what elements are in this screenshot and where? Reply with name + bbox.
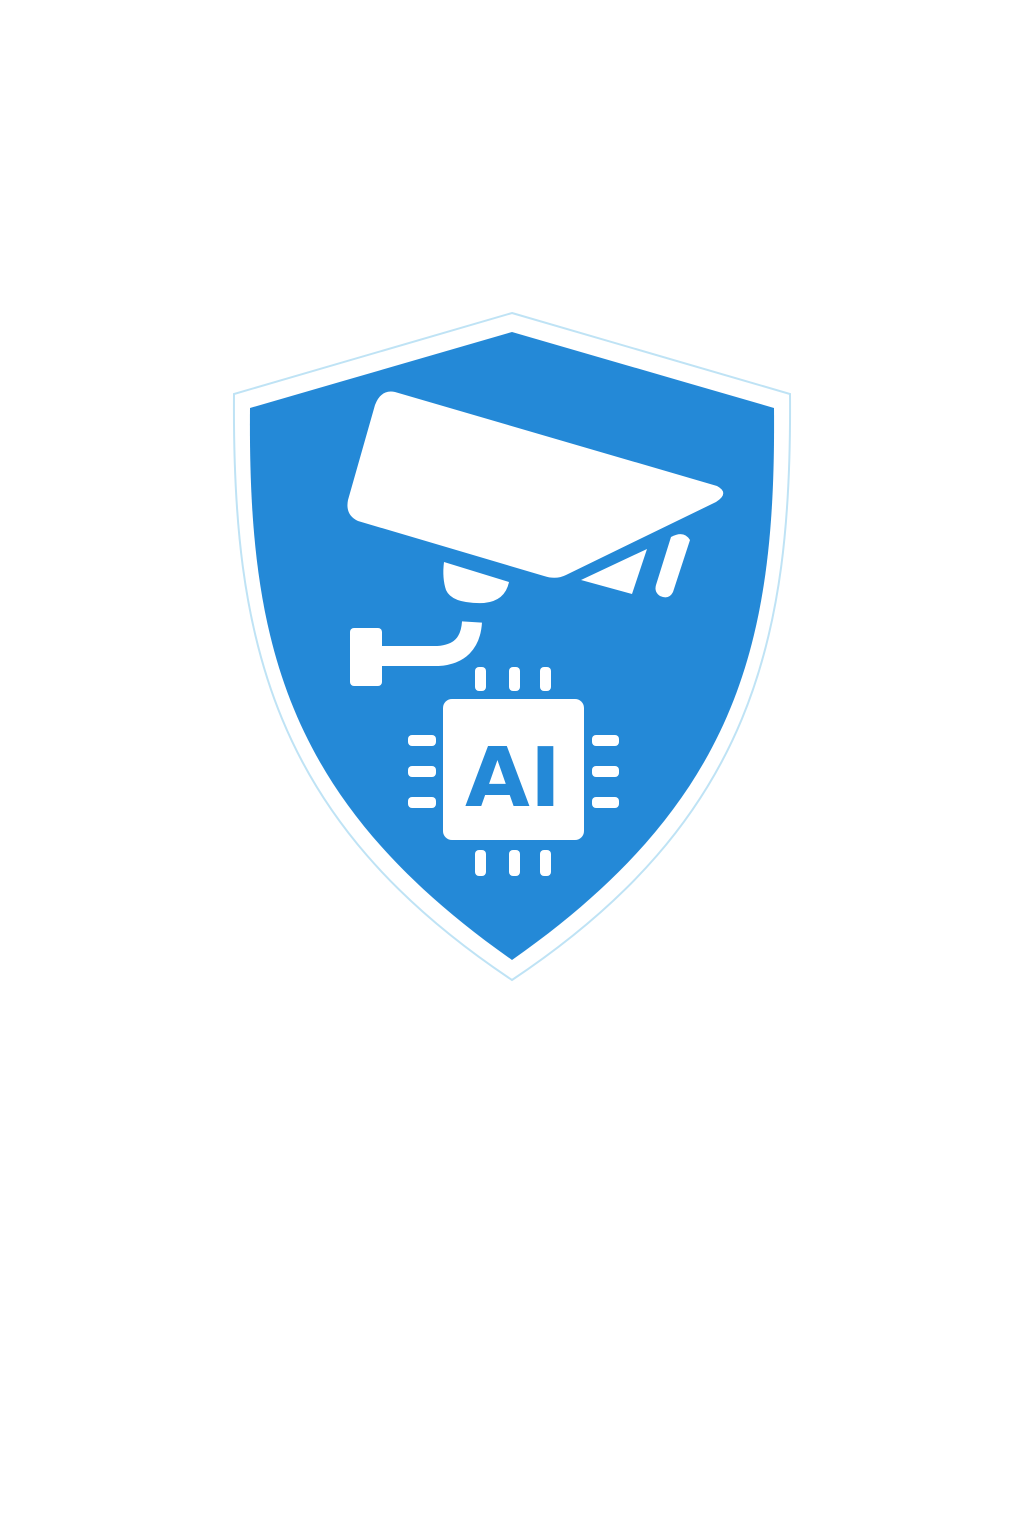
chip-pins-right [592,735,619,808]
ai-security-logo: AI [232,311,792,982]
chip-label: AI [465,731,561,826]
camera-wall-plate [350,628,382,686]
canvas: AI [0,0,1024,1536]
chip-pins-left [408,735,436,808]
shield-icon [232,311,792,982]
